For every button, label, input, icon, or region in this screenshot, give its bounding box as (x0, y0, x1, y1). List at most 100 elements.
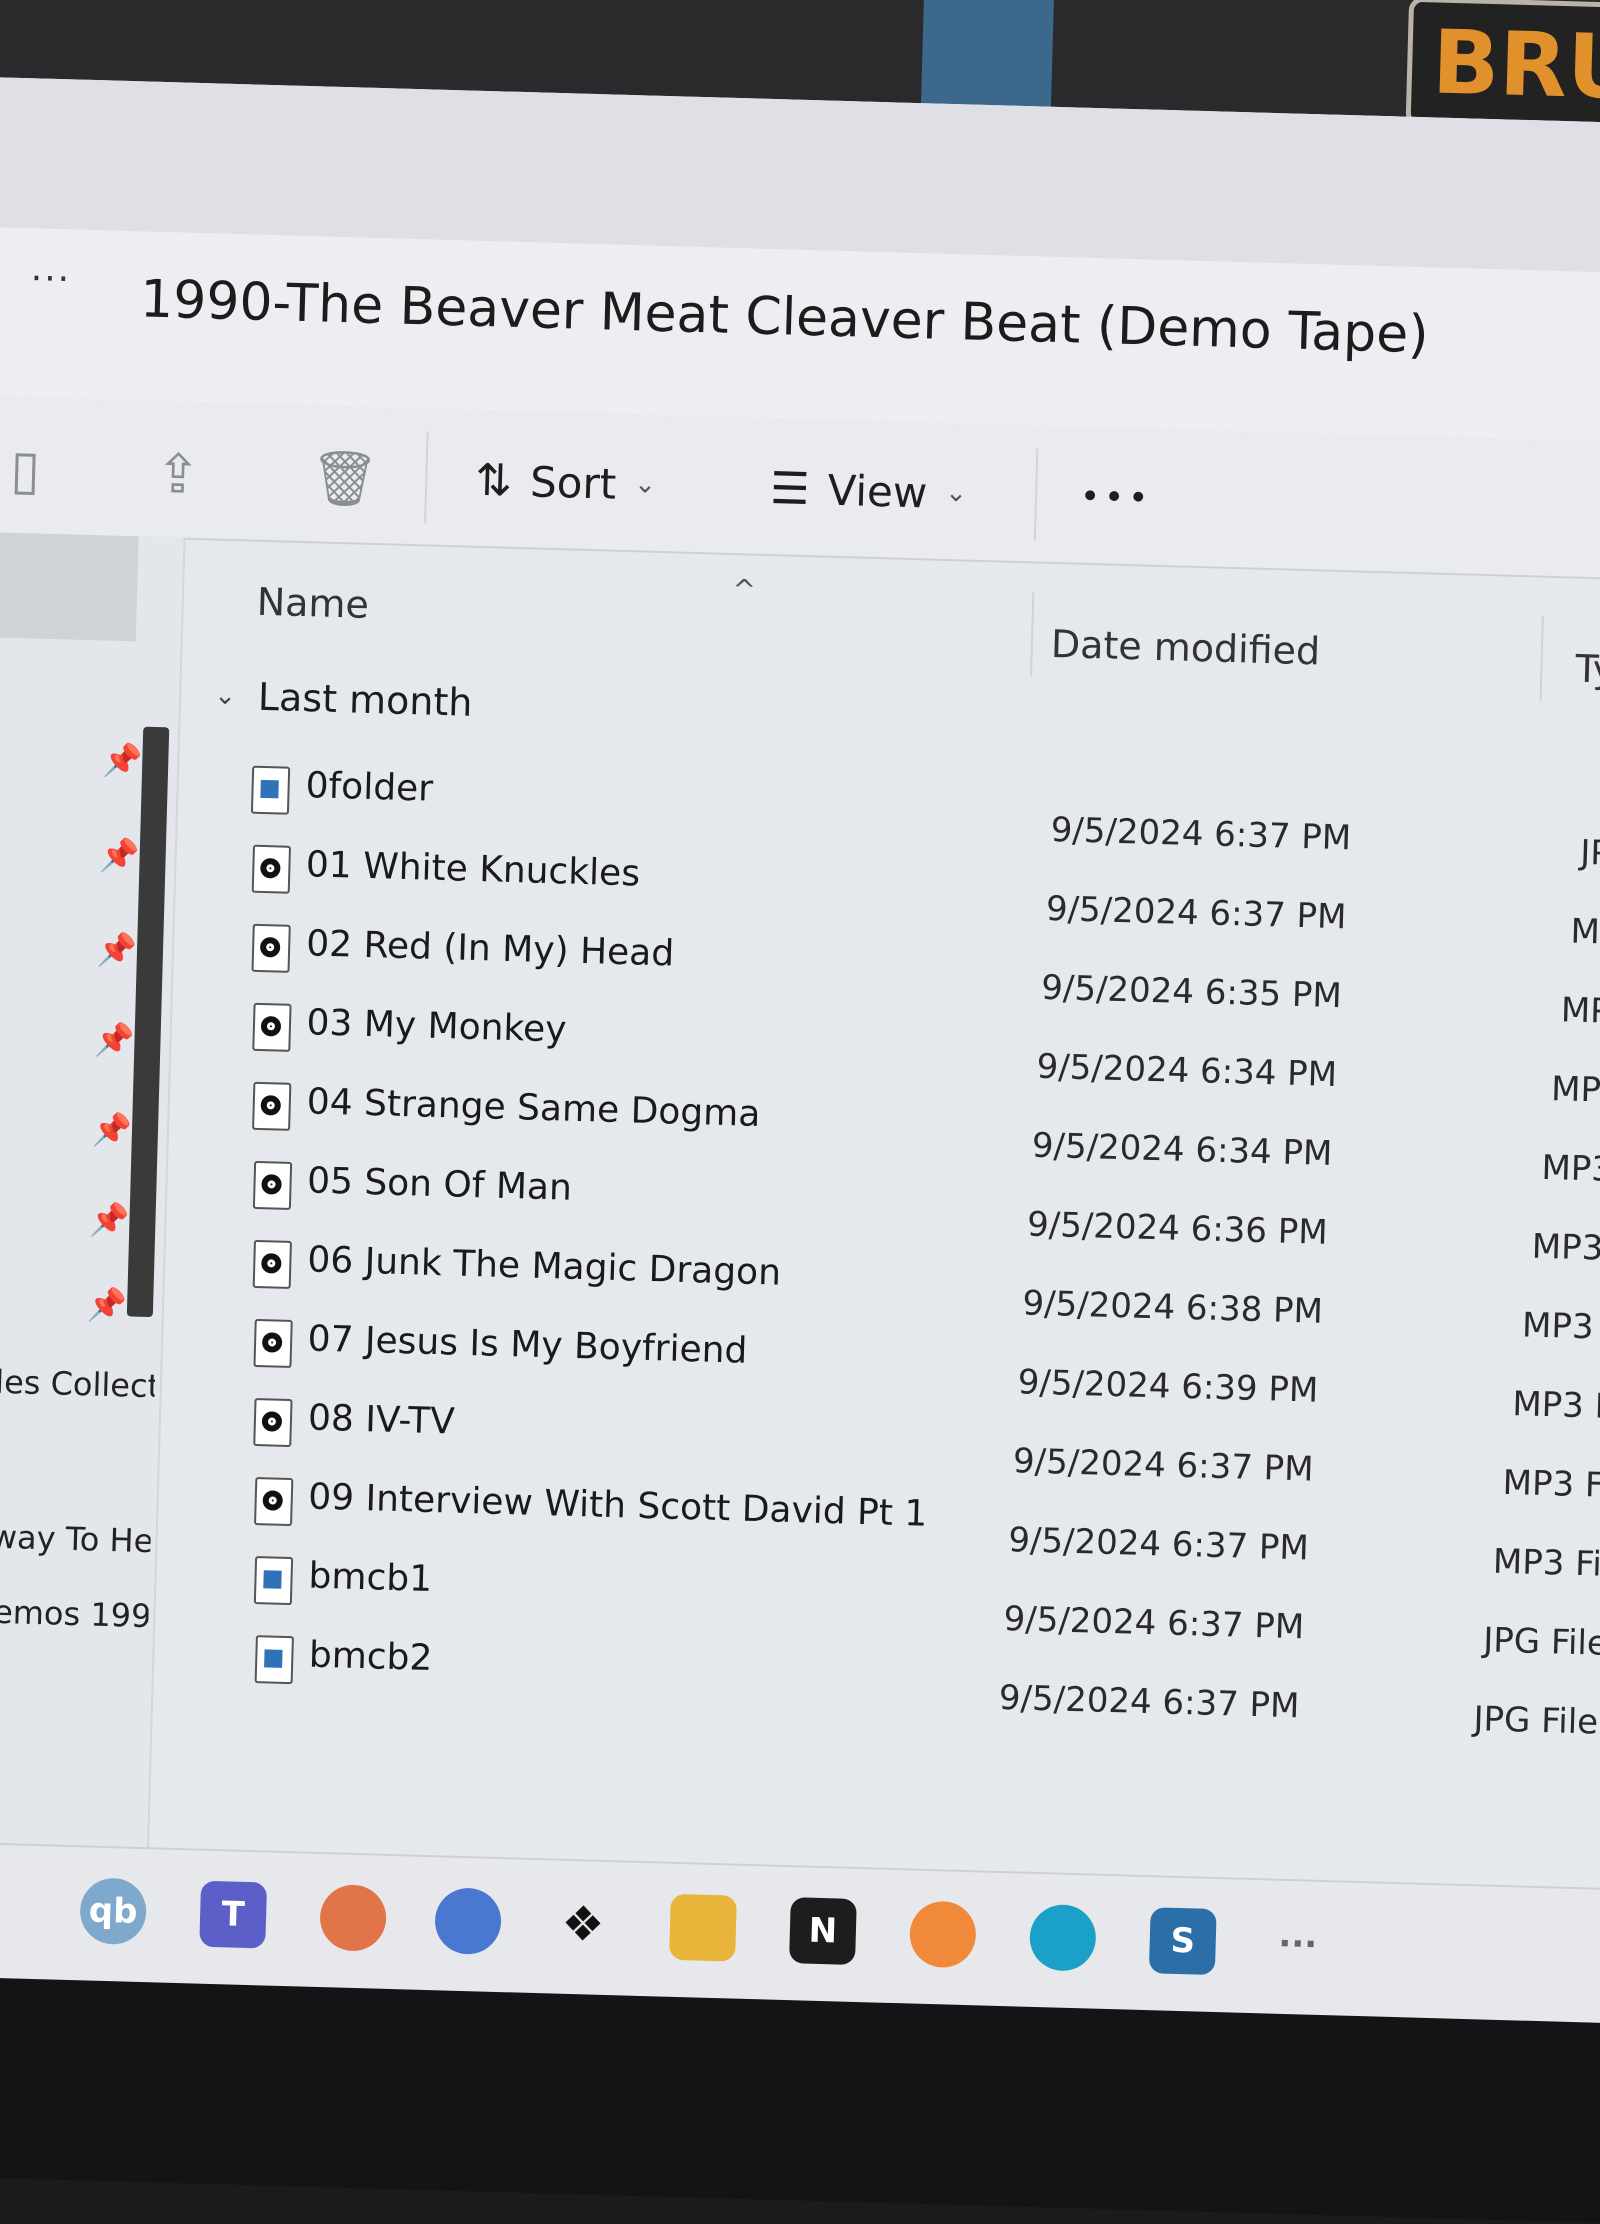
file-name: 01 White Knuckles (305, 844, 641, 895)
app-s-icon[interactable]: S (1148, 1907, 1217, 1976)
notion-icon[interactable]: N (789, 1897, 857, 1965)
file-type: MP3 Fil (1531, 1226, 1600, 1270)
sort-button[interactable]: ⇅ Sort ⌄ (474, 445, 657, 520)
view-label: View (826, 465, 928, 517)
folder-title: 1990-The Beaver Meat Cleaver Beat (Demo … (139, 269, 1430, 366)
share-icon[interactable]: ⇪ (154, 442, 201, 506)
file-name: 0folder (305, 765, 434, 810)
file-type: MP3 File (1502, 1462, 1600, 1507)
sort-ascending-icon: ^ (731, 573, 757, 607)
file-name: bmcb2 (308, 1634, 433, 1680)
file-name: 04 Strange Same Dogma (306, 1081, 761, 1135)
sort-label: Sort (529, 456, 617, 509)
file-explorer-icon[interactable] (669, 1893, 737, 1962)
file-name: 03 My Monkey (306, 1002, 568, 1051)
file-date-modified: 9/5/2024 6:37 PM (998, 1677, 1300, 1727)
chevron-down-icon: ⌄ (944, 477, 968, 509)
file-name: 02 Red (In My) Head (305, 923, 675, 975)
file-type: MP3 Fi (1540, 1147, 1600, 1191)
file-type: MP3 File (1492, 1541, 1600, 1586)
view-icon: ☰ (769, 462, 811, 515)
chevron-down-icon: ⌄ (213, 680, 237, 712)
file-name: 05 Son Of Man (306, 1160, 573, 1209)
file-date-modified: 9/5/2024 6:37 PM (1003, 1598, 1305, 1648)
file-date-modified: 9/5/2024 6:35 PM (1040, 967, 1343, 1017)
file-name: 08 IV-TV (307, 1397, 456, 1443)
audio-file-icon (251, 923, 291, 973)
file-type: MP3 (1560, 990, 1600, 1033)
pin-icon: 📌 (86, 1285, 128, 1325)
file-name: bmcb1 (308, 1555, 433, 1601)
chevron-down-icon: ⌄ (633, 469, 657, 500)
file-date-modified: 9/5/2024 6:34 PM (1031, 1125, 1333, 1174)
pin-icon: 📌 (96, 930, 138, 970)
column-header-name[interactable]: Name (256, 580, 369, 627)
brand-sticker: BRU (1405, 0, 1600, 135)
file-type: JPG File (1473, 1699, 1599, 1743)
view-button[interactable]: ☰ View ⌄ (769, 453, 968, 528)
pin-icon: 📌 (101, 740, 143, 780)
file-date-modified: 9/5/2024 6:36 PM (1026, 1204, 1329, 1253)
toolbar-divider (424, 431, 429, 524)
microsoft-365-icon[interactable] (434, 1887, 502, 1956)
audio-file-icon (253, 1397, 293, 1448)
navigation-pane: 📌 📌 📌 📌 📌 📌 📌 gles Collect 1 hway To Hel… (0, 531, 186, 1848)
file-date-modified: 9/5/2024 6:37 PM (1012, 1441, 1315, 1490)
sidebar-selected-item[interactable] (0, 531, 139, 642)
column-divider[interactable] (1030, 591, 1035, 677)
image-file-icon (254, 1635, 294, 1685)
file-date-modified: 9/5/2024 6:37 PM (1007, 1520, 1310, 1569)
dropbox-icon[interactable]: ❖ (549, 1890, 617, 1958)
edge-icon[interactable] (1028, 1903, 1097, 1972)
file-type: MP3 File (1511, 1384, 1600, 1428)
group-header[interactable]: ⌄ Last month (213, 674, 474, 725)
file-name: 07 Jesus Is My Boyfriend (307, 1318, 748, 1372)
audio-file-icon (252, 1239, 292, 1289)
audio-file-icon (252, 1318, 293, 1368)
taskbar-overflow-icon[interactable]: ··· (1264, 1910, 1332, 1978)
breadcrumb-overflow-button[interactable]: ··· (30, 258, 71, 300)
blue-tape (920, 0, 1055, 117)
file-date-modified: 9/5/2024 6:39 PM (1017, 1362, 1319, 1411)
column-divider[interactable] (1539, 615, 1544, 701)
toolbar-divider (1033, 448, 1039, 541)
file-explorer-window: ··· 1990-The Beaver Meat Cleaver Beat (D… (0, 76, 1600, 2026)
delete-icon[interactable]: 🗑 (309, 446, 379, 512)
file-name: 09 Interview With Scott David Pt 1 (307, 1476, 928, 1535)
pin-icon: 📌 (91, 1110, 133, 1150)
file-date-modified: 9/5/2024 6:37 PM (1050, 810, 1352, 859)
audio-file-icon (251, 1002, 292, 1052)
audio-file-icon (252, 1160, 292, 1210)
teams-icon[interactable]: T (199, 1880, 268, 1949)
copilot-icon[interactable] (319, 1884, 388, 1952)
audio-file-icon (253, 1477, 293, 1527)
audio-file-icon (251, 844, 291, 894)
file-type: MP3 File (1521, 1305, 1600, 1349)
file-type: MP3 (1570, 911, 1600, 954)
group-label: Last month (257, 674, 474, 725)
file-type: JPE (1579, 832, 1600, 875)
more-options-button[interactable]: ••• (1079, 462, 1153, 534)
file-date-modified: 9/5/2024 6:34 PM (1036, 1046, 1338, 1096)
file-name: 06 Junk The Magic Dragon (306, 1239, 782, 1294)
quickbooks-icon[interactable]: qb (79, 1877, 148, 1946)
sidebar-item[interactable]: hway To Hel (0, 1517, 151, 1560)
image-file-icon (253, 1556, 294, 1606)
audio-file-icon (252, 1081, 292, 1131)
column-header-date[interactable]: Date modified (1050, 622, 1320, 674)
rename-icon[interactable]: ▯ (10, 438, 41, 502)
sidebar-item[interactable]: 1 (0, 1437, 153, 1480)
file-date-modified: 9/5/2024 6:38 PM (1021, 1283, 1324, 1332)
sidebar-item[interactable]: Demos 1993 (0, 1592, 149, 1635)
pin-icon: 📌 (99, 835, 141, 875)
sort-icon: ⇅ (474, 454, 513, 507)
sidebar-item[interactable]: gles Collect (0, 1362, 155, 1405)
pin-icon: 📌 (88, 1200, 130, 1240)
firefox-icon[interactable] (908, 1900, 977, 1969)
file-type: JPG File (1482, 1620, 1600, 1664)
file-date-modified: 9/5/2024 6:37 PM (1045, 888, 1347, 938)
file-type: MP3 I (1550, 1069, 1600, 1112)
pin-icon: 📌 (93, 1020, 135, 1060)
image-file-icon (250, 765, 291, 815)
column-header-type[interactable]: Ty (1575, 647, 1600, 692)
